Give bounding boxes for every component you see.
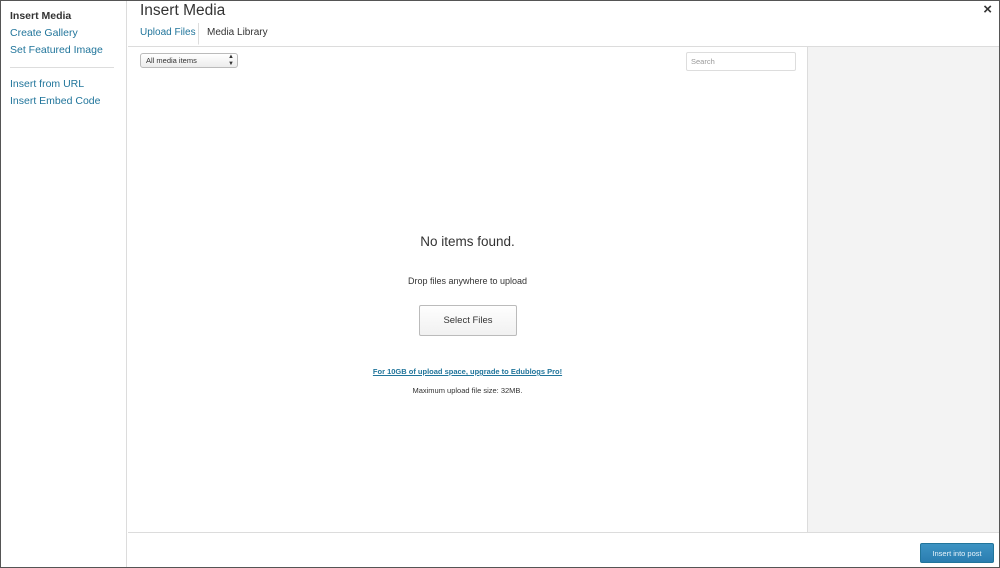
media-filter-value: All media items xyxy=(146,56,197,65)
sidebar-menu: Insert Media Create Gallery Set Featured… xyxy=(1,1,126,110)
max-upload-size: Maximum upload file size: 32MB. xyxy=(412,386,523,395)
search-input[interactable] xyxy=(686,52,796,71)
modal-toolbar: Insert into post xyxy=(128,532,999,567)
media-filter-select[interactable]: All media items ▲ ▼ xyxy=(140,53,238,68)
sidebar-item-insert-embed-code[interactable]: Insert Embed Code xyxy=(1,93,126,110)
sidebar-divider xyxy=(10,67,114,68)
media-content: All media items ▲▼ No items found. Drop … xyxy=(128,47,807,532)
sidebar-item-insert-from-url[interactable]: Insert from URL xyxy=(1,76,126,93)
close-icon[interactable]: × xyxy=(983,2,992,18)
sidebar-item-set-featured-image[interactable]: Set Featured Image xyxy=(1,42,126,59)
no-items-message: No items found. xyxy=(420,234,515,249)
sidebar-item-create-gallery[interactable]: Create Gallery xyxy=(1,25,126,42)
select-arrows-icon: ▲ ▼ xyxy=(228,54,234,67)
upgrade-link: For 10GB of upload space, upgrade to Edu… xyxy=(128,367,807,376)
sidebar-item-insert-media[interactable]: Insert Media xyxy=(1,8,126,25)
attachment-details-panel xyxy=(807,47,999,532)
media-modal: Insert Media Create Gallery Set Featured… xyxy=(0,0,1000,568)
media-sidebar: Insert Media Create Gallery Set Featured… xyxy=(1,1,127,567)
select-files-button[interactable]: Select Files xyxy=(419,305,517,336)
tab-media-library[interactable]: Media Library xyxy=(198,23,268,45)
drop-instructions: Drop files anywhere to upload xyxy=(407,276,528,286)
modal-title: Insert Media xyxy=(140,2,226,19)
upgrade-link-text[interactable]: For 10GB of upload space, upgrade to Edu… xyxy=(373,367,562,376)
insert-into-post-button[interactable]: Insert into post xyxy=(920,543,994,563)
tab-upload-files[interactable]: Upload Files xyxy=(140,23,196,45)
